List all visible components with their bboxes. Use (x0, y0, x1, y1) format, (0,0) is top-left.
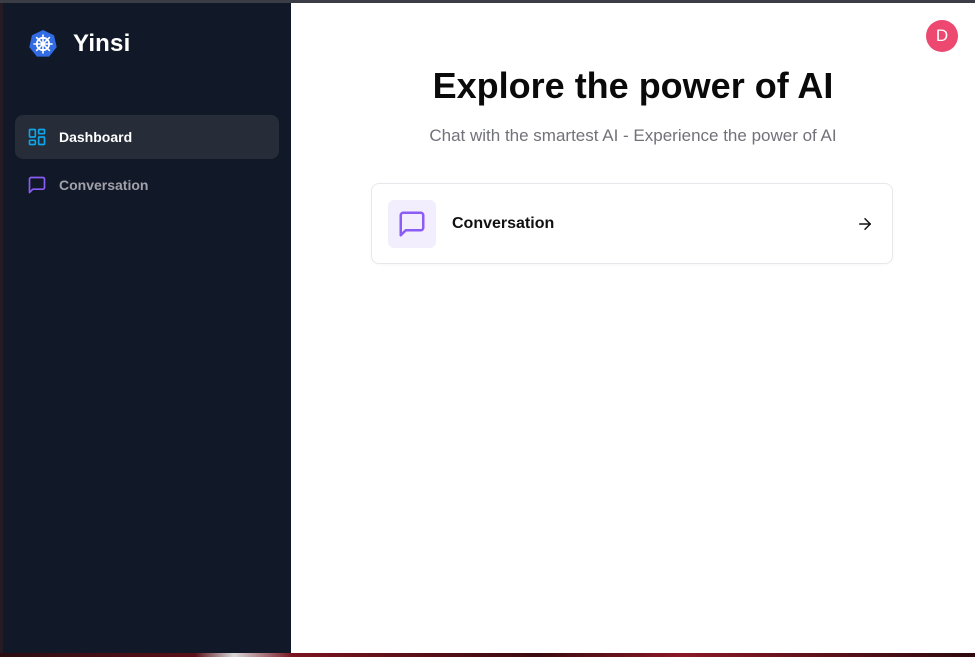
sidebar-item-dashboard[interactable]: Dashboard (15, 115, 279, 159)
message-square-icon (27, 175, 47, 195)
sidebar-item-label: Conversation (59, 177, 149, 193)
tool-card-conversation[interactable]: Conversation (371, 183, 893, 264)
desktop-background-strip (0, 653, 975, 657)
page-title: Explore the power of AI (432, 65, 834, 106)
sidebar-item-label: Dashboard (59, 129, 133, 145)
arrow-right-icon (856, 215, 874, 233)
page-subtitle: Chat with the smartest AI - Experience t… (429, 126, 837, 145)
sidebar-item-conversation[interactable]: Conversation (15, 163, 279, 207)
message-square-icon (388, 199, 436, 248)
brand-link[interactable]: Yinsi (27, 27, 130, 61)
tool-card-label: Conversation (452, 214, 555, 232)
helm-wheel-icon (27, 28, 59, 60)
avatar[interactable]: D (926, 20, 958, 52)
layout-dashboard-icon (27, 127, 47, 147)
brand-name: Yinsi (73, 30, 131, 57)
main-content: D Explore the power of AI Chat with the … (291, 3, 975, 653)
sidebar: Yinsi Dashboard Conversation (3, 3, 291, 653)
